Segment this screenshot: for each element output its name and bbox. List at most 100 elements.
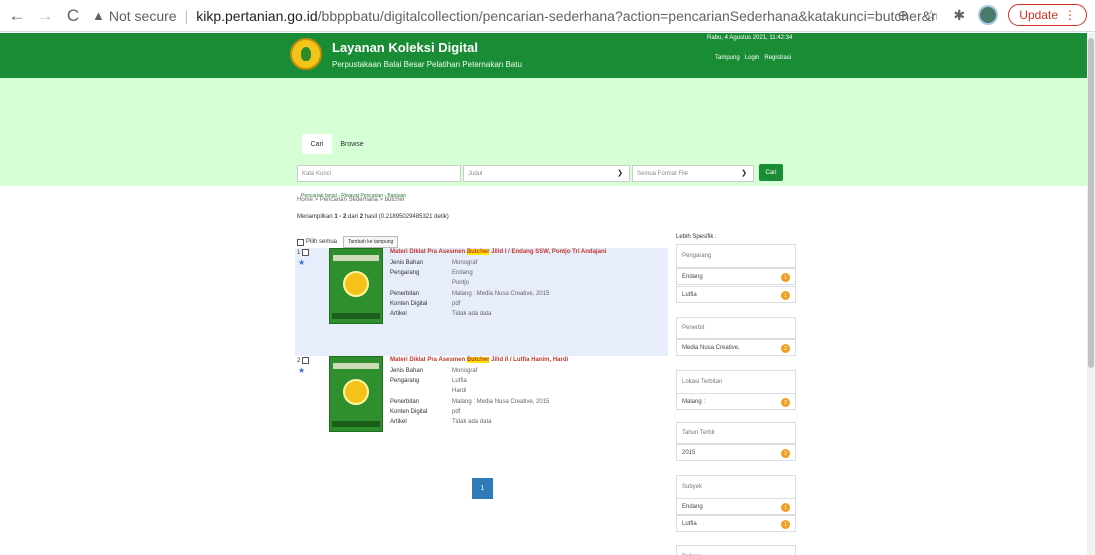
keyword-input[interactable]: Kata Kunci (297, 165, 461, 182)
facet-penerbit-header: Penerbit (676, 317, 796, 339)
author-link[interactable]: Pontjo (452, 280, 469, 286)
title-text: Jilid I / Endang SSW, Pontjo Tri Andajan… (489, 249, 607, 255)
site-title[interactable]: Layanan Koleksi Digital (332, 40, 478, 55)
facet-item[interactable]: Lutfia 1 (676, 286, 796, 303)
facet-item[interactable]: 2015 2 (676, 444, 796, 461)
meta-label: Konten Digital (390, 409, 428, 415)
url-path: /bbppbatu/digitalcollection/pencarian-se… (317, 7, 937, 24)
facet-label: Lutfia (682, 520, 697, 527)
summary-middle: dari (346, 214, 360, 220)
tab-browse[interactable]: Browse (336, 134, 368, 154)
facet-count-badge: 1 (781, 273, 790, 282)
format-select[interactable]: Semua Format File ❯ (632, 165, 754, 182)
facet-label: Endang (682, 273, 703, 280)
warning-icon: ▲ (92, 8, 105, 23)
summary-suffix: hasil (0.21895029485321 detik) (363, 214, 449, 220)
title-highlight: Butcher (466, 249, 490, 255)
meta-label: Penerbitan (390, 399, 420, 405)
site-subtitle: Perpustakaan Balai Besar Pelatihan Peter… (332, 60, 522, 69)
book-cover-image[interactable] (329, 248, 383, 324)
author-link[interactable]: Hardi (452, 388, 466, 394)
search-button[interactable]: Cari (759, 164, 783, 181)
title-highlight: Butcher (466, 357, 490, 363)
meta-value: Monograf (452, 260, 478, 266)
facet-lokasi-header: Lokasi Terbitan (676, 370, 796, 394)
pdf-link[interactable]: pdf (452, 409, 460, 415)
url-host: kikp.pertanian.go.id (196, 7, 318, 24)
star-icon[interactable]: ★ (298, 366, 305, 375)
facet-pengarang-header: Pengarang (676, 244, 796, 268)
site-header: Layanan Koleksi Digital Perpustakaan Bal… (0, 33, 1087, 78)
update-label: Update (1019, 8, 1058, 22)
meta-value: Malang : Media Nusa Creative, 2015 (452, 291, 550, 297)
results-summary: Menampilkan 1 - 2 dari 2 hasil (0.218950… (297, 214, 449, 220)
update-button[interactable]: Update ⋮ (1008, 4, 1087, 26)
facet-label: Malang : (682, 398, 706, 405)
facet-label: 2015 (682, 449, 696, 456)
back-icon[interactable]: ← (6, 5, 28, 27)
facet-item[interactable]: Malang : 2 (676, 393, 796, 410)
facet-label: Endang (682, 503, 703, 510)
result-checkbox[interactable] (302, 249, 310, 256)
facet-item[interactable]: Endang 1 (676, 268, 796, 285)
star-icon[interactable]: ★ (298, 258, 305, 267)
meta-label: Penerbitan (390, 291, 420, 297)
facet-subyek-header: Subyek (676, 475, 796, 499)
reload-icon[interactable]: C (62, 5, 84, 27)
result-checkbox[interactable] (302, 357, 310, 364)
star-bookmark-icon[interactable]: ☆ (922, 6, 940, 24)
breadcrumb[interactable]: Home > Pencarian Sederhana > butcher (297, 197, 405, 203)
facet-item[interactable]: Endang 1 (676, 498, 796, 515)
tampung-link[interactable]: Tampung (715, 55, 740, 61)
meta-value: Malang : Media Nusa Creative, 2015 (452, 399, 550, 405)
select-all-label: Pilih semua (306, 239, 338, 245)
facet-item[interactable]: Media Nusa Creative, 2 (676, 339, 796, 356)
author-link[interactable]: Endang (452, 270, 473, 276)
field-select[interactable]: Judul ❯ (463, 165, 630, 182)
address-bar[interactable]: ▲ Not secure | kikp.pertanian.go.id/bbpp… (92, 4, 937, 28)
result-number: 1 (297, 249, 301, 256)
author-link[interactable]: Lutfia (452, 378, 467, 384)
meta-label: Artikel (390, 419, 407, 425)
registrasi-link[interactable]: Registrasi (764, 55, 791, 61)
zoom-icon[interactable]: ⊖ (894, 6, 912, 24)
summary-prefix: Menampilkan (297, 214, 335, 220)
facet-count-badge: 2 (781, 398, 790, 407)
facet-count-badge: 1 (781, 503, 790, 512)
select-all-row: Pilih semua Tambah ke tampung (297, 236, 399, 248)
extensions-icon[interactable]: ✱ (950, 6, 968, 24)
facet-bahasa-header: Bahasa (676, 545, 796, 555)
search-panel: Cari Browse Kata Kunci Judul ❯ Semua Form… (0, 78, 1087, 199)
menu-dots-icon: ⋮ (1064, 8, 1076, 22)
summary-range: 1 - 2 (334, 214, 347, 220)
meta-value: Monograf (452, 368, 478, 374)
forward-icon[interactable]: → (34, 5, 56, 27)
meta-label: Konten Digital (390, 301, 428, 307)
result-title[interactable]: Materi Diklat Pra Asesmen Butcher Jilid … (390, 249, 606, 255)
title-text: Materi Diklat Pra Asesmen (390, 357, 467, 363)
security-label: Not secure (108, 7, 177, 24)
chevron-down-icon: ❯ (741, 170, 747, 177)
tab-cari[interactable]: Cari (302, 134, 332, 154)
book-cover-image[interactable] (329, 356, 383, 432)
result-title[interactable]: Materi Diklat Pra Asesmen Butcher Jilid … (390, 357, 568, 363)
title-text: Materi Diklat Pra Asesmen (390, 249, 467, 255)
chevron-down-icon: ❯ (617, 170, 623, 177)
current-date: Rabu, 4 Agustus 2021, 11:42:34 (707, 35, 793, 41)
facet-item[interactable]: Lutfia 1 (676, 515, 796, 532)
scrollbar-thumb[interactable] (1088, 38, 1094, 368)
result-number: 2 (297, 357, 301, 364)
pdf-link[interactable]: pdf (452, 301, 460, 307)
facet-label: Lutfia (682, 291, 697, 298)
add-to-tampung-button[interactable]: Tambah ke tampung (343, 236, 399, 248)
facet-count-badge: 2 (781, 449, 790, 458)
format-select-value: Semua Format File (637, 170, 689, 177)
meta-value: Tidak ada data (452, 419, 492, 425)
site-logo[interactable] (290, 38, 322, 70)
login-link[interactable]: Login (745, 55, 760, 61)
list-item: 2 ★ Materi Diklat Pra Asesmen Butcher Ji… (295, 356, 668, 464)
avatar[interactable] (978, 5, 999, 25)
address-separator: | (184, 7, 189, 24)
select-all-checkbox[interactable] (297, 238, 304, 246)
page-1-button[interactable]: 1 (472, 478, 493, 499)
